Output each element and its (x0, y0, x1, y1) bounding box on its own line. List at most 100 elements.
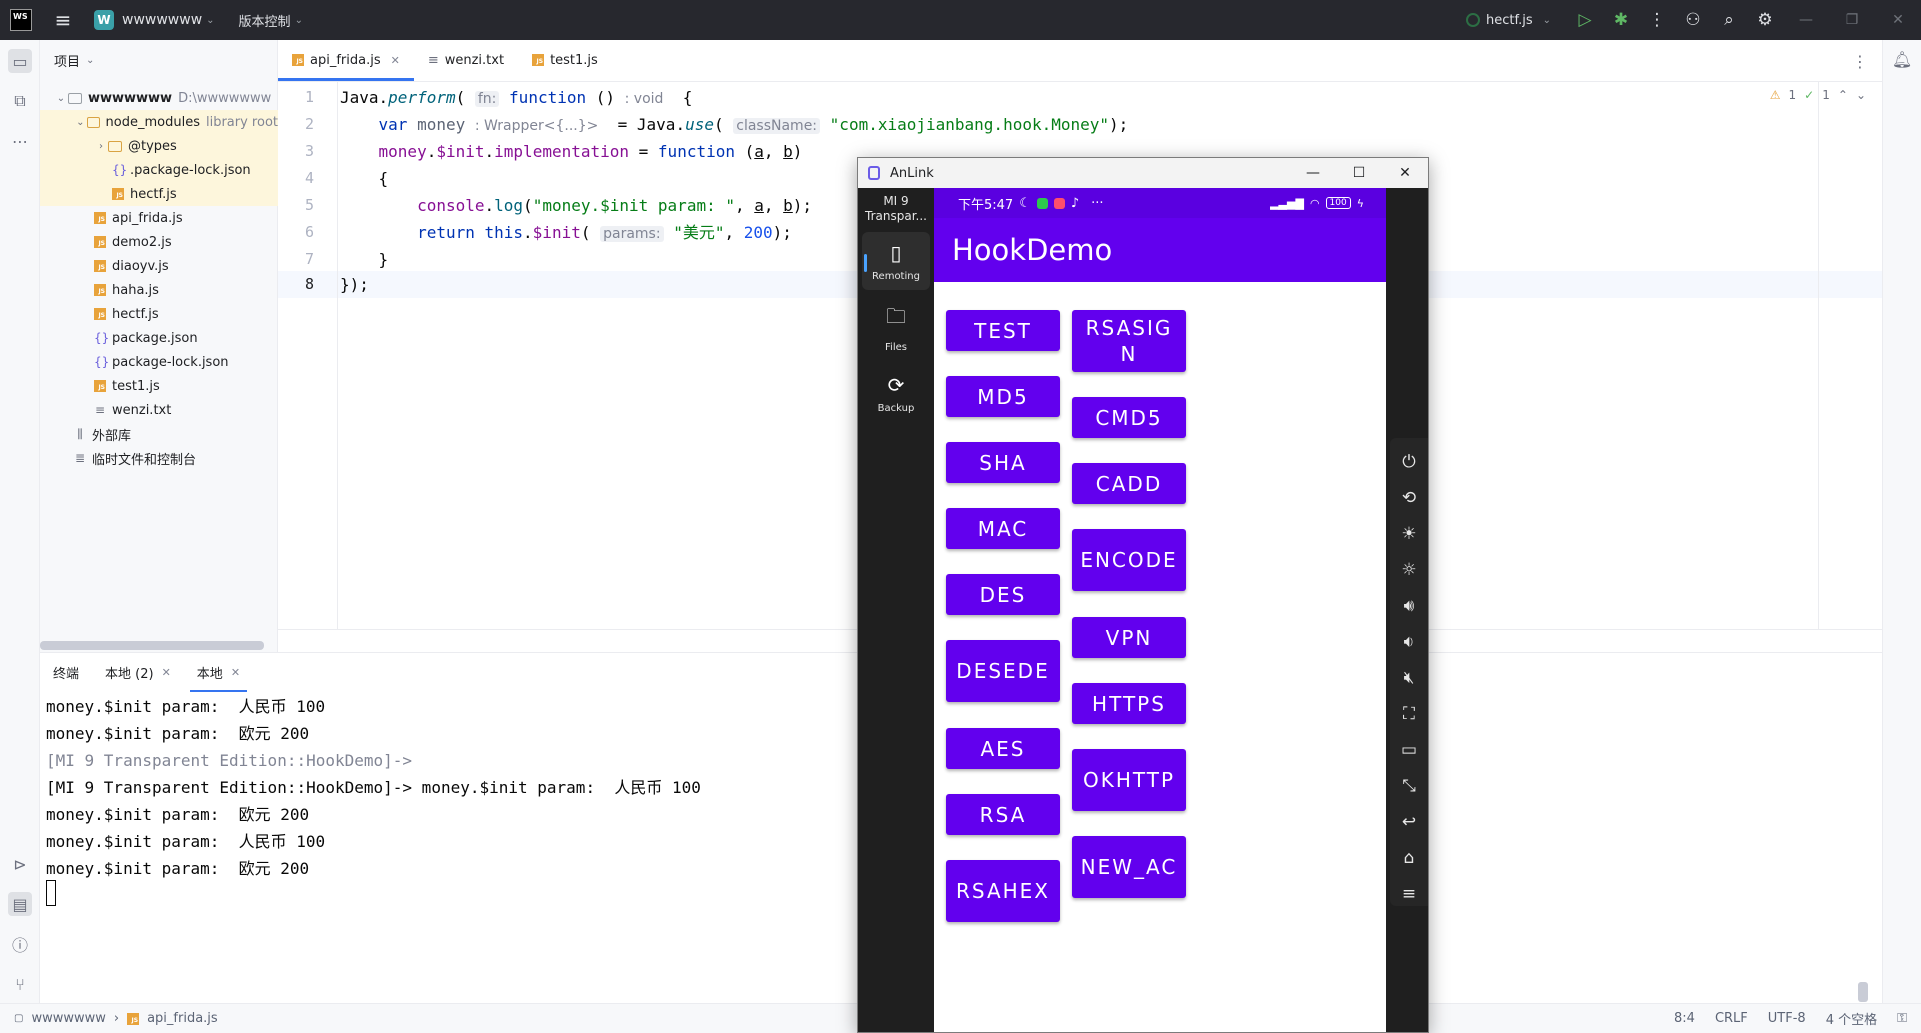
des-button[interactable]: DES (946, 574, 1060, 615)
tab-api-frida[interactable]: JS api_frida.js ✕ (278, 39, 414, 81)
line-ending[interactable]: CRLF (1715, 1011, 1748, 1026)
tree-item-hectf[interactable]: JS hectf.js (40, 302, 278, 326)
chevron-down-icon[interactable]: ⌄ (1856, 88, 1866, 102)
tree-item-node-modules[interactable]: ⌄ node_modules library root (40, 110, 278, 134)
okhttp-button[interactable]: OKHTTP (1072, 749, 1186, 811)
project-badge-icon[interactable]: W (94, 10, 114, 30)
rsahex-button[interactable]: RSAHEX (946, 860, 1060, 922)
tree-item-package-lock[interactable]: {} package-lock.json (40, 350, 278, 374)
anlink-titlebar[interactable]: AnLink — ☐ ✕ (858, 158, 1428, 188)
settings-gear-icon[interactable]: ⚙ (1747, 0, 1783, 40)
breadcrumb-project[interactable]: wwwwwww (31, 1011, 105, 1026)
screenshot-icon[interactable]: ⛶ (1390, 696, 1428, 732)
encode-button[interactable]: ENCODE (1072, 529, 1186, 591)
run-icon[interactable]: ▷ (1567, 0, 1603, 40)
terminal-icon[interactable]: ▤ (8, 892, 32, 916)
volume-down-icon[interactable]: 🔉︎ (1390, 624, 1428, 660)
tab-options-icon[interactable]: ⋮ (1852, 52, 1868, 71)
rsa-button[interactable]: RSA (946, 794, 1060, 835)
vpn-button[interactable]: VPN (1072, 617, 1186, 658)
breadcrumb-file[interactable]: api_frida.js (147, 1011, 218, 1026)
close-icon[interactable]: ✕ (1382, 158, 1428, 188)
md5-button[interactable]: MD5 (946, 376, 1060, 417)
desede-button[interactable]: DESEDE (946, 640, 1060, 702)
read-only-lock-icon[interactable]: ⚿ (1897, 1011, 1907, 1026)
tree-item-haha[interactable]: JS haha.js (40, 278, 278, 302)
caret-position[interactable]: 8:4 (1674, 1011, 1695, 1026)
run-config-selector[interactable]: hectf.js ⌄ (1465, 13, 1551, 28)
aes-button[interactable]: AES (946, 728, 1060, 769)
tree-item-demo2[interactable]: JS demo2.js (40, 230, 278, 254)
screen-off-icon[interactable]: ☼ (1390, 552, 1428, 588)
sidebar-item-remoting[interactable]: ▯ Remoting (862, 232, 930, 290)
sha-button[interactable]: SHA (946, 442, 1060, 483)
minimize-icon[interactable]: — (1290, 158, 1336, 188)
tree-item-diaoyv[interactable]: JS diaoyv.js (40, 254, 278, 278)
tree-item-hectf-nm[interactable]: JS hectf.js (40, 182, 278, 206)
rsasign-button[interactable]: RSASIGN (1072, 310, 1186, 372)
sidebar-item-files[interactable]: 🗀 Files (862, 298, 930, 356)
maximize-icon[interactable]: ❐ (1829, 0, 1875, 40)
menu-icon[interactable]: ≡ (1390, 876, 1428, 912)
mute-icon[interactable]: 🔇︎ (1390, 660, 1428, 696)
terminal-scrollbar[interactable] (1858, 982, 1868, 1002)
screen-on-icon[interactable]: ☀ (1390, 516, 1428, 552)
search-icon[interactable]: ⌕ (1711, 0, 1747, 40)
structure-icon[interactable]: ⧉ (8, 89, 32, 113)
project-panel-header[interactable]: 项目 ⌄ (40, 40, 277, 80)
new-ac-button[interactable]: NEW_AC (1072, 836, 1186, 898)
problems-icon[interactable]: ⓘ (8, 932, 32, 956)
tree-item-package-lock-hidden[interactable]: {} .package-lock.json (40, 158, 278, 182)
tree-item-external-libs[interactable]: ⫼ 外部库 (40, 422, 278, 446)
rotate-screen-icon[interactable]: ⟲ (1390, 480, 1428, 516)
indent-setting[interactable]: 4 个空格 (1826, 1009, 1877, 1028)
code-with-me-icon[interactable]: ⚇ (1675, 0, 1711, 40)
back-icon[interactable]: ↩ (1390, 804, 1428, 840)
sidebar-item-backup[interactable]: ⟳ Backup (862, 364, 930, 422)
phone-screen[interactable]: 下午5:47 ☾ ♪ ··· ▂▃▅▇ ◠ 100 ϟ HookDemo TES… (934, 188, 1386, 1032)
debug-icon[interactable]: ✱ (1603, 0, 1639, 40)
file-encoding[interactable]: UTF-8 (1768, 1011, 1806, 1026)
close-tab-icon[interactable]: ✕ (231, 666, 240, 679)
tree-item-types[interactable]: › @types (40, 134, 278, 158)
https-button[interactable]: HTTPS (1072, 683, 1186, 724)
device-name[interactable]: MI 9 Transpar... (858, 194, 934, 224)
tree-item-wenzi[interactable]: ≡ wenzi.txt (40, 398, 278, 422)
project-folder-icon[interactable]: ▭ (8, 49, 32, 73)
volume-up-icon[interactable]: 🔊︎ (1390, 588, 1428, 624)
tab-test1[interactable]: JS test1.js (518, 39, 612, 81)
cmd5-button[interactable]: CMD5 (1072, 397, 1186, 438)
tree-item-package-json[interactable]: {} package.json (40, 326, 278, 350)
project-horizontal-scrollbar[interactable] (40, 641, 264, 650)
notifications-bell-icon[interactable]: 🔔︎ (1891, 50, 1913, 72)
close-tab-icon[interactable]: ✕ (391, 54, 400, 67)
maximize-icon[interactable]: ☐ (1336, 158, 1382, 188)
tree-item-root[interactable]: ⌄ wwwwwww D:\wwwwwww (40, 86, 278, 110)
tree-item-api-frida[interactable]: JS api_frida.js (40, 206, 278, 230)
chevron-up-icon[interactable]: ⌃ (1838, 88, 1848, 102)
git-icon[interactable]: ⑂ (8, 972, 32, 996)
close-tab-icon[interactable]: ✕ (162, 666, 171, 679)
close-icon[interactable]: ✕ (1875, 0, 1921, 40)
tree-item-test1[interactable]: JS test1.js (40, 374, 278, 398)
tab-wenzi[interactable]: ≡ wenzi.txt (414, 39, 518, 81)
tab-terminal[interactable]: 终端 (40, 653, 92, 693)
cadd-button[interactable]: CADD (1072, 463, 1186, 504)
main-menu-icon[interactable]: ≡ (52, 8, 74, 32)
screen-record-icon[interactable]: ▭ (1390, 732, 1428, 768)
mac-button[interactable]: MAC (946, 508, 1060, 549)
project-switcher[interactable]: wwwwwww (122, 12, 202, 28)
more-actions-icon[interactable]: ⋮ (1639, 0, 1675, 40)
tab-local[interactable]: 本地 ✕ (184, 653, 253, 693)
tree-item-scratches[interactable]: ≣ 临时文件和控制台 (40, 446, 278, 470)
inspection-widget[interactable]: ⚠ 1 ✓ 1 ⌃ ⌄ (1770, 88, 1866, 102)
more-tools-icon[interactable]: ⋯ (8, 129, 32, 153)
power-icon[interactable]: ⏻ (1390, 444, 1428, 480)
minimize-icon[interactable]: — (1783, 0, 1829, 40)
services-icon[interactable]: ⊳ (8, 852, 32, 876)
vcs-menu[interactable]: 版本控制 (239, 11, 291, 30)
fit-window-icon[interactable]: ⤡ (1390, 768, 1428, 804)
home-icon[interactable]: ⌂ (1390, 840, 1428, 876)
test-button[interactable]: TEST (946, 310, 1060, 351)
tab-local-2[interactable]: 本地 (2) ✕ (92, 653, 184, 693)
